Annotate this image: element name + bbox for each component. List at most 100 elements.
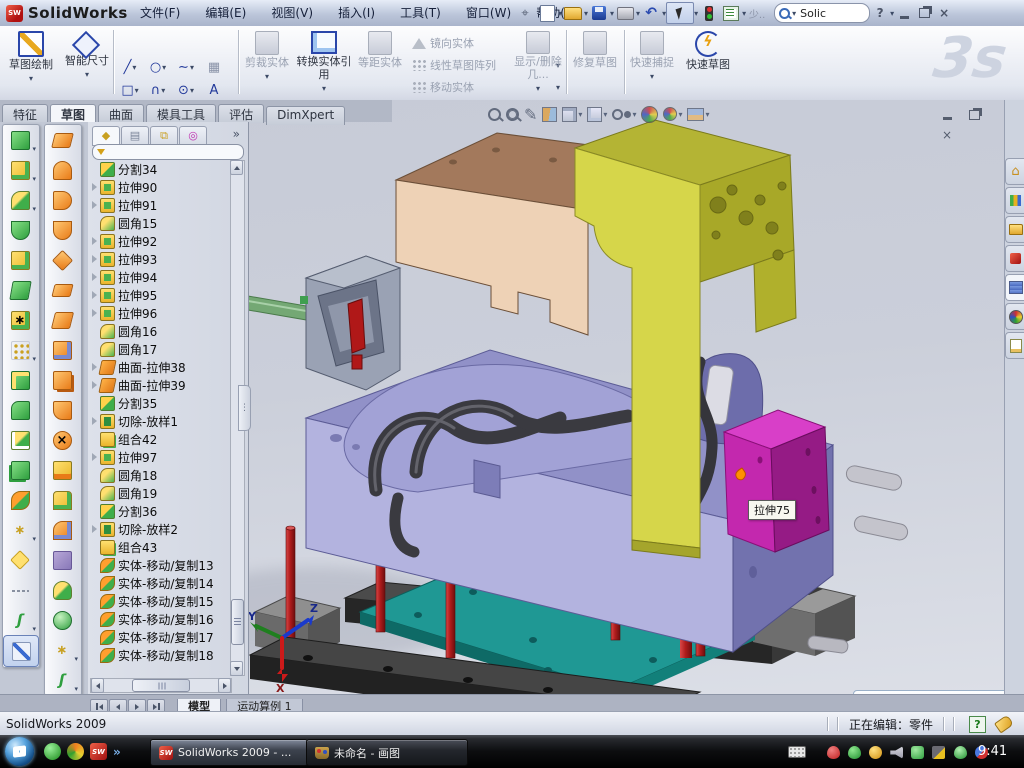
minimize-button[interactable] [894, 5, 914, 21]
plane-icon[interactable] [3, 545, 37, 575]
solidworks-search-icon[interactable] [1005, 245, 1024, 272]
tree-item[interactable]: 曲面-拉伸39 [90, 376, 230, 394]
arc-icon[interactable]: ∩▾ [144, 79, 172, 101]
quick-tips-button[interactable]: ? [969, 716, 986, 733]
freeform-icon[interactable] [45, 275, 79, 305]
tree-item[interactable]: 切除-放样1 [90, 412, 230, 430]
view-palette-icon[interactable] [1005, 274, 1024, 301]
trim-surface-icon[interactable] [45, 485, 79, 515]
tab-features[interactable]: 特征 [2, 104, 48, 123]
boundary-surface-icon[interactable] [45, 245, 79, 275]
search-box[interactable]: ▾ [774, 3, 870, 23]
fillet-surface-icon[interactable] [45, 395, 79, 425]
tray-security-red-icon[interactable] [827, 746, 840, 759]
lofted-surface-icon[interactable] [45, 215, 79, 245]
scroll-down-button[interactable] [230, 661, 243, 676]
configurationmanager-tab-icon[interactable]: ⧉ [150, 126, 178, 146]
zoom-fit-icon[interactable] [488, 104, 501, 124]
convert-entities-button[interactable]: 转换实体引用▾ [296, 29, 352, 95]
swept-surface-icon[interactable] [45, 125, 79, 155]
expand-arrow-icon[interactable] [90, 452, 100, 462]
quicklaunch-expand-icon[interactable]: » [113, 745, 121, 759]
expand-arrow-icon[interactable] [90, 524, 100, 534]
close-button[interactable]: × [934, 5, 954, 21]
expand-arrow-icon[interactable] [90, 308, 100, 318]
messenger-icon[interactable] [44, 743, 61, 760]
tree-item[interactable]: 实体-移动/复制17 [90, 628, 230, 646]
taskbar-window-solidworks[interactable]: SW SolidWorks 2009 - ... [150, 739, 308, 766]
search-scope-dropdown[interactable]: ▾ [792, 9, 796, 18]
tray-security-green-icon[interactable] [848, 746, 861, 759]
tree-item[interactable]: 切除-放样2 [90, 520, 230, 538]
search-input[interactable] [798, 6, 854, 21]
shell-icon[interactable] [3, 425, 37, 455]
tree-item[interactable]: 拉伸94 [90, 268, 230, 286]
curve-dotted-icon[interactable] [3, 575, 37, 605]
tree-item[interactable]: 分割36 [90, 502, 230, 520]
tree-item[interactable]: 拉伸91 [90, 196, 230, 214]
reference-geometry-icon[interactable]: ∗▾ [3, 515, 37, 545]
solidworks-quicklaunch-icon[interactable]: SW [90, 743, 107, 760]
h-scrollbar-thumb[interactable] [132, 679, 190, 692]
hole-wizard-icon[interactable]: ∗ [3, 305, 37, 335]
rectangle-icon[interactable]: □▾ [116, 79, 144, 101]
undo-button[interactable]: ↶ [640, 3, 662, 23]
tray-phone-icon[interactable] [911, 746, 924, 759]
tab-evaluate[interactable]: 评估 [218, 104, 264, 123]
replace-face-icon[interactable] [45, 455, 79, 485]
options-button[interactable] [720, 3, 742, 23]
tab-dimxpert[interactable]: DimXpert [266, 106, 345, 125]
propertymanager-tab-icon[interactable]: ▤ [121, 126, 149, 146]
tree-item[interactable]: 实体-移动/复制14 [90, 574, 230, 592]
delete-face-icon[interactable]: × [45, 425, 79, 455]
expand-arrow-icon[interactable] [90, 416, 100, 426]
rotate-view-icon[interactable]: ✎ [524, 104, 537, 124]
draft-icon[interactable] [3, 395, 37, 425]
tree-item[interactable]: 曲面-拉伸38 [90, 358, 230, 376]
measure-icon[interactable] [3, 635, 39, 667]
scroll-left-button[interactable] [91, 678, 104, 693]
hide-show-items-icon[interactable]: ▾ [612, 104, 636, 124]
scroll-right-button[interactable] [218, 678, 231, 693]
slide-part-gray[interactable] [248, 256, 400, 390]
expand-arrow-icon[interactable] [90, 200, 100, 210]
appearances-icon[interactable] [1005, 303, 1024, 330]
scroll-up-button[interactable] [230, 160, 243, 175]
scene-background-icon[interactable]: ▾ [687, 104, 709, 124]
apply-scene-icon[interactable]: ▾ [663, 104, 682, 124]
tree-item[interactable]: 拉伸93 [90, 250, 230, 268]
tree-item[interactable]: 拉伸97 [90, 448, 230, 466]
hatch-icon[interactable]: ▦ [200, 57, 228, 79]
smart-dimension-button[interactable]: 智能尺寸▾ [60, 29, 114, 95]
pin-toolbar-icon[interactable]: ⌖ [514, 3, 536, 23]
expand-arrow-icon[interactable] [90, 182, 100, 192]
start-button[interactable] [5, 737, 34, 766]
ellipse-icon[interactable]: ⊙▾ [172, 79, 200, 101]
extruded-boss-icon[interactable]: ▾ [3, 125, 37, 155]
graphics-area[interactable]: Y Z X ✎ ▾ ▾ ▾ ▾ ▾ × 拉伸75 ↓0KB [248, 100, 1004, 694]
tree-filter-box[interactable] [92, 144, 244, 160]
revolved-boss-icon[interactable] [3, 245, 37, 275]
taskbar-window-paint[interactable]: 未命名 - 画图 [306, 739, 468, 766]
doc-close-button[interactable]: × [936, 128, 958, 143]
circle-icon[interactable]: ○▾ [144, 57, 172, 79]
tree-item[interactable]: 圆角16 [90, 322, 230, 340]
sketch-button[interactable]: 草图绘制▾ [4, 29, 58, 95]
tree-item[interactable]: 分割35 [90, 394, 230, 412]
menu-file[interactable]: 文件(F) [130, 0, 190, 25]
tag-icon[interactable] [994, 714, 1014, 733]
menu-insert[interactable]: 插入(I) [328, 0, 385, 25]
menu-edit[interactable]: 编辑(E) [195, 0, 256, 25]
line-icon[interactable]: ╱▾ [116, 57, 144, 79]
thicken-icon[interactable] [45, 605, 79, 635]
move-copy-body-icon[interactable] [3, 485, 37, 515]
expand-arrow-icon[interactable] [90, 272, 100, 282]
offset-surface-icon[interactable] [45, 365, 79, 395]
dimxpertmanager-tab-icon[interactable]: ◎ [179, 126, 207, 146]
extruded-surface-icon[interactable] [45, 185, 79, 215]
tree-item[interactable]: 圆角15 [90, 214, 230, 232]
tray-volume-icon[interactable] [890, 746, 903, 759]
panel-tabs-overflow[interactable]: » [233, 127, 240, 141]
tree-item[interactable]: 拉伸90 [90, 178, 230, 196]
view-orientation-icon[interactable]: ▾ [562, 104, 582, 124]
